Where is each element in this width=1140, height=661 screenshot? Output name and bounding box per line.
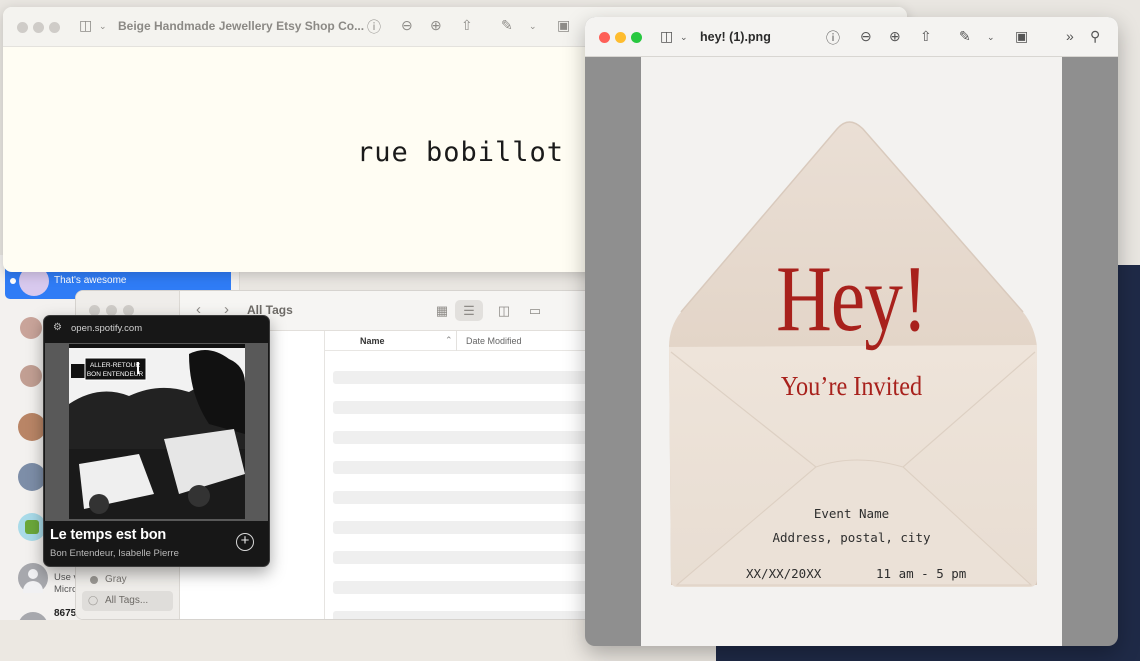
art-sign-text: ALLER-RETOUR (90, 362, 140, 369)
message-snippet: That's awesome (54, 275, 127, 286)
rotate-icon[interactable]: ▣ (557, 17, 570, 34)
settings-sliders-icon[interactable]: ⚙ (53, 322, 62, 333)
zoom-out-icon[interactable]: ⊖ (401, 17, 413, 34)
share-icon[interactable]: ⇧ (461, 17, 473, 34)
sidebar-toggle-icon[interactable]: ◫ (79, 17, 92, 34)
minimize-button[interactable] (615, 32, 626, 43)
sidebar-item-gray[interactable]: Gray (105, 574, 127, 585)
rotate-icon[interactable]: ▣ (1015, 28, 1028, 45)
search-icon[interactable]: ⚲ (1090, 28, 1100, 45)
avatar[interactable] (18, 563, 48, 593)
markup-pen-icon[interactable]: ✎ (501, 17, 513, 34)
share-icon[interactable]: ⇧ (920, 28, 932, 45)
chevron-down-icon[interactable]: ⌄ (99, 21, 107, 32)
album-artwork: ALLER-RETOUR BON ENTENDEUR (69, 344, 245, 519)
list-item-placeholder (333, 551, 594, 564)
avatar[interactable] (18, 463, 46, 491)
window-title: Beige Handmade Jewellery Etsy Shop Co... (118, 19, 365, 33)
invitation-subheading: You’re Invited (780, 371, 923, 401)
window-toolbar: ◫ ⌄ hey! (1).png ⓘ ⊖ ⊕ ⇧ ✎ ⌄ ▣ » ⚲ (585, 17, 1118, 57)
list-item-placeholder (333, 581, 594, 594)
zoom-in-icon[interactable]: ⊕ (889, 28, 901, 45)
list-item-placeholder (333, 431, 594, 444)
tag-icon: ◯ (88, 595, 99, 605)
track-artists: Bon Entendeur, Isabelle Pierre (50, 548, 179, 559)
list-item-placeholder (333, 461, 594, 474)
event-date: XX/XX/20XX (746, 566, 822, 581)
avatar[interactable] (18, 513, 46, 541)
column-header-date-modified[interactable]: Date Modified (456, 331, 522, 351)
list-item-placeholder (333, 611, 594, 619)
event-time: 11 am - 5 pm (876, 566, 967, 581)
sidebar-item-all-tags[interactable]: ◯ All Tags... (82, 591, 173, 611)
zoom-out-icon[interactable]: ⊖ (860, 28, 872, 45)
emoji-icon (25, 520, 39, 534)
markup-pen-icon[interactable]: ✎ (959, 28, 971, 45)
person-icon (28, 569, 38, 579)
list-item-placeholder (333, 521, 594, 534)
avatar[interactable] (18, 612, 48, 620)
art-sign-text: BON ENTENDEUR (87, 371, 144, 378)
sidebar-toggle-icon[interactable]: ◫ (660, 28, 673, 45)
add-to-library-icon[interactable]: + (236, 533, 254, 551)
spotify-miniplayer: ⚙ open.spotify.com ALLER-RETOUR BON ENTE… (43, 315, 270, 567)
unread-indicator (10, 278, 16, 284)
document-text: rue bobillot (357, 137, 565, 168)
event-address: Address, postal, city (772, 530, 931, 545)
album-art-illustration: ALLER-RETOUR BON ENTENDEUR (69, 344, 245, 519)
info-icon[interactable]: ⓘ (826, 28, 840, 48)
gallery-view-icon[interactable]: ▭ (521, 300, 549, 321)
column-header-name[interactable]: Name (360, 336, 385, 346)
preview-window: ◫ ⌄ hey! (1).png ⓘ ⊖ ⊕ ⇧ ✎ ⌄ ▣ » ⚲ Hey! … (585, 17, 1118, 646)
sort-chevron-icon: ⌃ (445, 335, 453, 345)
avatar[interactable] (20, 317, 42, 339)
tag-color-icon (90, 576, 98, 584)
zoom-button[interactable] (631, 32, 642, 43)
track-title: Le temps est bon (50, 527, 167, 543)
chevron-down-icon[interactable]: ⌄ (529, 21, 537, 32)
zoom-button[interactable] (49, 22, 60, 33)
envelope-illustration (669, 121, 1037, 587)
column-view-icon[interactable]: ◫ (490, 300, 518, 321)
list-item-placeholder (333, 371, 594, 384)
window-title: hey! (1).png (700, 30, 771, 44)
invitation-headline: Hey! (776, 247, 928, 351)
image-canvas: Hey! You’re Invited Event Name Address, … (641, 57, 1062, 646)
list-view-icon[interactable]: ☰ (455, 300, 483, 321)
message-snippet: Micro (54, 584, 78, 595)
icon-view-icon[interactable]: ▦ (428, 300, 456, 321)
list-item-placeholder (333, 401, 594, 414)
info-icon[interactable]: ⓘ (367, 17, 381, 37)
close-button[interactable] (17, 22, 28, 33)
avatar[interactable] (20, 365, 42, 387)
list-item-placeholder (333, 491, 594, 504)
close-button[interactable] (599, 32, 610, 43)
contact-name: 8675 (54, 608, 77, 619)
minimize-button[interactable] (33, 22, 44, 33)
zoom-in-icon[interactable]: ⊕ (430, 17, 442, 34)
more-toolbar-icon[interactable]: » (1066, 28, 1074, 44)
avatar[interactable] (18, 413, 46, 441)
chevron-down-icon[interactable]: ⌄ (680, 32, 688, 43)
event-name: Event Name (813, 506, 890, 521)
column-headers: Name ⌃ Date Modified (325, 331, 594, 351)
chevron-down-icon[interactable]: ⌄ (987, 32, 995, 43)
source-url: open.spotify.com (71, 323, 143, 334)
